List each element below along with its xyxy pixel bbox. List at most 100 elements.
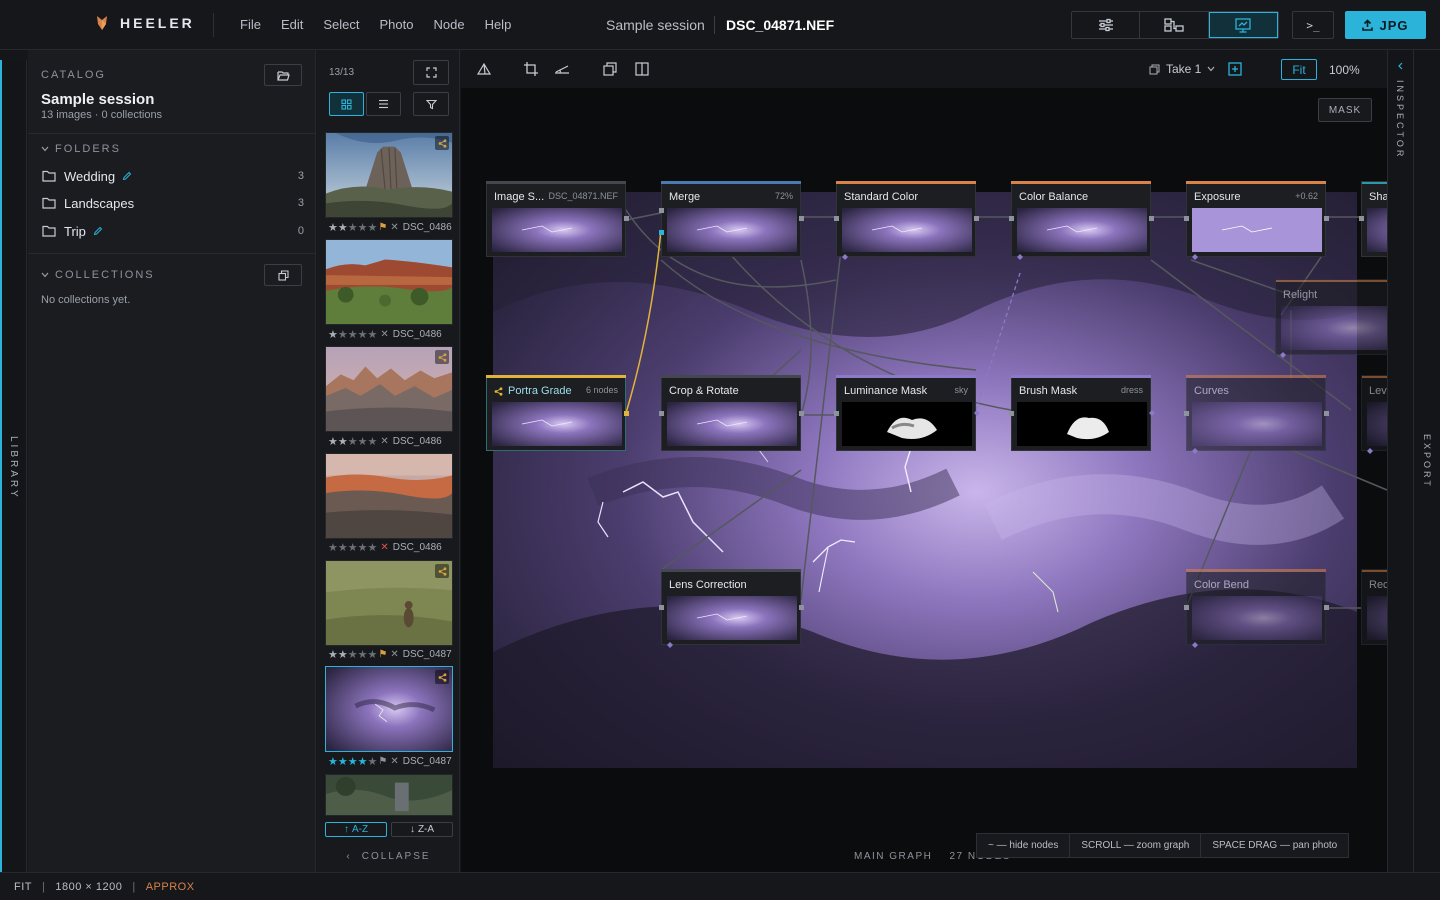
menu-node[interactable]: Node [433, 17, 464, 32]
chevron-left-icon[interactable] [1397, 62, 1403, 70]
menu-file[interactable]: File [240, 17, 261, 32]
node-ports [624, 208, 1373, 648]
flag-icon[interactable]: ⚑ [378, 222, 387, 233]
grid-view-button[interactable] [329, 92, 364, 116]
thumbnail[interactable] [325, 346, 453, 432]
sort-za-button[interactable]: ↓ Z-A [391, 822, 453, 837]
star-icon[interactable]: ★ [328, 222, 338, 234]
reject-icon[interactable]: ✕ [380, 329, 388, 340]
separator: | [42, 880, 46, 893]
star-icon[interactable]: ★ [368, 329, 378, 341]
pencil-icon[interactable] [122, 171, 132, 181]
mode-adjust-button[interactable] [1072, 12, 1141, 38]
star-icon[interactable]: ★ [348, 542, 358, 554]
share-icon [438, 352, 446, 362]
mask-button[interactable]: MASK [1318, 98, 1372, 122]
star-icon[interactable]: ★ [358, 329, 368, 341]
filter-icon [425, 99, 437, 109]
star-icon[interactable]: ★ [358, 222, 368, 234]
flag-icon[interactable]: ⚑ [378, 756, 387, 767]
active-indicator [0, 60, 2, 872]
star-icon[interactable]: ★ [338, 649, 348, 661]
divider [714, 16, 715, 34]
star-icon[interactable]: ★ [358, 756, 368, 768]
star-rating[interactable]: ★★★★★ [328, 755, 378, 768]
thumbnail[interactable] [325, 132, 453, 218]
library-panel-tab[interactable]: LIBRARY [0, 60, 27, 872]
thumbnail[interactable] [325, 453, 453, 539]
menu-edit[interactable]: Edit [281, 17, 303, 32]
star-icon[interactable]: ★ [368, 222, 378, 234]
status-image-size: 1800 × 1200 [55, 880, 123, 893]
folder-item-wedding[interactable]: Wedding 3 [42, 166, 304, 186]
folders-section-toggle[interactable]: FOLDERS [41, 143, 121, 155]
thumbnail-meta: ★★★★★ ⚑ ✕ DSC_0486 [328, 221, 460, 234]
sort-az-button[interactable]: ↑ A-Z [325, 822, 387, 837]
star-icon[interactable]: ★ [328, 436, 338, 448]
star-rating[interactable]: ★★★★★ [328, 648, 378, 661]
star-icon[interactable]: ★ [358, 436, 368, 448]
new-collection-button[interactable] [264, 264, 302, 286]
export-panel-tab[interactable]: EXPORT [1413, 50, 1440, 872]
export-jpg-button[interactable]: JPG [1345, 11, 1426, 39]
pencil-icon[interactable] [93, 226, 103, 236]
star-icon[interactable]: ★ [348, 649, 358, 661]
star-icon[interactable]: ★ [358, 649, 368, 661]
star-icon[interactable]: ★ [348, 222, 358, 234]
collapse-filmstrip-button[interactable]: ‹ COLLAPSE [317, 851, 460, 862]
star-icon[interactable]: ★ [368, 649, 378, 661]
star-rating[interactable]: ★★★★★ [328, 541, 378, 554]
thumbnail-selected[interactable] [325, 666, 453, 752]
reject-icon[interactable]: ✕ [380, 542, 388, 553]
editor-canvas[interactable]: Take 1 Fit 100% Image S... DSC_04871.NEF… [461, 50, 1387, 872]
star-icon[interactable]: ★ [328, 329, 338, 341]
thumbnail-filename: DSC_0486 [392, 541, 442, 553]
app-logo[interactable]: HEELER [96, 15, 195, 31]
collections-section-toggle[interactable]: COLLECTIONS [41, 269, 155, 281]
folder-item-trip[interactable]: Trip 0 [42, 221, 304, 241]
image-count: 13/13 [329, 67, 355, 78]
star-icon[interactable]: ★ [328, 756, 338, 768]
star-icon[interactable]: ★ [348, 329, 358, 341]
inspector-panel-tab[interactable]: INSPECTOR [1387, 50, 1413, 872]
star-icon[interactable]: ★ [328, 649, 338, 661]
star-icon[interactable]: ★ [348, 436, 358, 448]
reject-icon[interactable]: ✕ [390, 222, 398, 233]
thumbnail[interactable] [325, 774, 453, 816]
reject-icon[interactable]: ✕ [390, 756, 398, 767]
mode-preview-button[interactable] [1208, 12, 1278, 38]
mode-graph-button[interactable] [1140, 12, 1209, 38]
fullscreen-button[interactable] [413, 60, 449, 85]
flag-icon[interactable]: ⚑ [378, 649, 387, 660]
filter-button[interactable] [413, 92, 449, 116]
star-icon[interactable]: ★ [338, 436, 348, 448]
upload-icon [1362, 19, 1374, 31]
menu-photo[interactable]: Photo [380, 17, 414, 32]
star-icon[interactable]: ★ [328, 542, 338, 554]
star-icon[interactable]: ★ [368, 542, 378, 554]
terminal-button[interactable]: >_ [1292, 11, 1334, 39]
star-icon[interactable]: ★ [338, 222, 348, 234]
reject-icon[interactable]: ✕ [380, 436, 388, 447]
menu-bar: File Edit Select Photo Node Help [240, 17, 531, 32]
menu-select[interactable]: Select [323, 17, 359, 32]
star-icon[interactable]: ★ [348, 756, 358, 768]
star-icon[interactable]: ★ [338, 542, 348, 554]
app-name: HEELER [120, 15, 195, 31]
folder-item-landscapes[interactable]: Landscapes 3 [42, 193, 304, 213]
star-icon[interactable]: ★ [368, 756, 378, 768]
star-rating[interactable]: ★★★★★ [328, 435, 378, 448]
menu-help[interactable]: Help [485, 17, 512, 32]
reject-icon[interactable]: ✕ [390, 649, 398, 660]
thumbnail[interactable] [325, 239, 453, 325]
thumbnail[interactable] [325, 560, 453, 646]
thumbnail-meta: ★★★★★ ✕ DSC_0486 [328, 541, 460, 554]
star-icon[interactable]: ★ [338, 329, 348, 341]
star-rating[interactable]: ★★★★★ [328, 221, 378, 234]
star-icon[interactable]: ★ [368, 436, 378, 448]
open-folder-button[interactable] [264, 64, 302, 86]
star-rating[interactable]: ★★★★★ [328, 328, 378, 341]
star-icon[interactable]: ★ [338, 756, 348, 768]
star-icon[interactable]: ★ [358, 542, 368, 554]
list-view-button[interactable] [366, 92, 401, 116]
